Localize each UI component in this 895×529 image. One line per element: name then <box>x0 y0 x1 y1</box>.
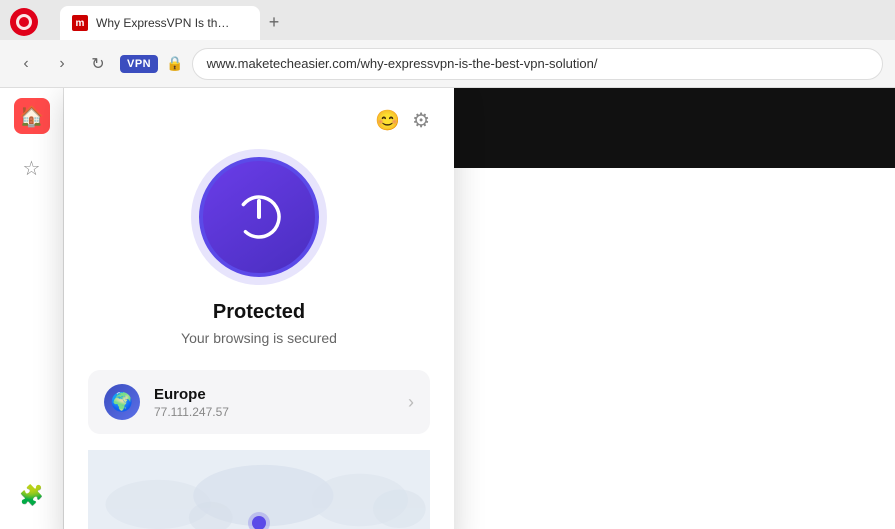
vpn-power-button[interactable] <box>199 157 319 277</box>
location-ip: 77.111.247.57 <box>154 405 394 419</box>
protected-status-text: Protected <box>213 301 305 324</box>
secured-sub-text: Your browsing is secured <box>181 330 337 346</box>
lock-icon: 🔒 <box>166 55 183 72</box>
extensions-icon-label: 🧩 <box>19 483 44 508</box>
location-name: Europe <box>154 386 394 403</box>
emoji-icon[interactable]: 😊 <box>375 108 400 133</box>
main-area: 🏠 ☆ 🧩 > Lifestyle > Productivity Why <box>0 88 895 529</box>
map-area <box>88 450 430 529</box>
back-button[interactable]: ‹ <box>12 50 40 78</box>
favicon-letter: m <box>76 18 85 29</box>
bookmark-icon-label: ☆ <box>23 156 41 181</box>
sidebar-extensions-icon[interactable]: 🧩 <box>14 477 50 513</box>
address-bar: ‹ › ↻ VPN 🔒 www.maketecheasier.com/why-e… <box>0 40 895 88</box>
globe-icon: 🌍 <box>104 384 140 420</box>
active-tab[interactable]: m Why ExpressVPN Is the Be... <box>60 6 260 40</box>
opera-logo[interactable] <box>10 8 38 36</box>
popup-header: 😊 ⚙ <box>88 108 430 133</box>
tab-favicon: m <box>72 15 88 31</box>
vpn-popup: 😊 ⚙ Protected Your browsing is secured 🌍… <box>64 88 454 529</box>
forward-button[interactable]: › <box>48 50 76 78</box>
browser-frame: m Why ExpressVPN Is the Be... + ‹ › ↻ VP… <box>0 0 895 529</box>
vpn-badge[interactable]: VPN <box>120 55 158 73</box>
tab-title: Why ExpressVPN Is the Be... <box>96 16 236 30</box>
opera-inner-circle <box>16 14 32 30</box>
sidebar-home-icon[interactable]: 🏠 <box>14 98 50 134</box>
map-location-dot <box>252 516 266 529</box>
chevron-right-icon: › <box>408 392 414 413</box>
sidebar-bookmarks-icon[interactable]: ☆ <box>14 150 50 186</box>
sidebar: 🏠 ☆ 🧩 <box>0 88 64 529</box>
tab-bar: m Why ExpressVPN Is the Be... + <box>0 0 895 40</box>
location-info: Europe 77.111.247.57 <box>154 386 394 419</box>
home-icon-label: 🏠 <box>19 104 44 129</box>
new-tab-button[interactable]: + <box>260 8 288 36</box>
url-text: www.maketecheasier.com/why-expressvpn-is… <box>207 56 598 71</box>
settings-icon[interactable]: ⚙ <box>412 108 430 133</box>
location-row[interactable]: 🌍 Europe 77.111.247.57 › <box>88 370 430 434</box>
reload-button[interactable]: ↻ <box>84 50 112 78</box>
url-bar[interactable]: www.maketecheasier.com/why-expressvpn-is… <box>192 48 883 80</box>
power-icon-svg <box>233 191 285 243</box>
